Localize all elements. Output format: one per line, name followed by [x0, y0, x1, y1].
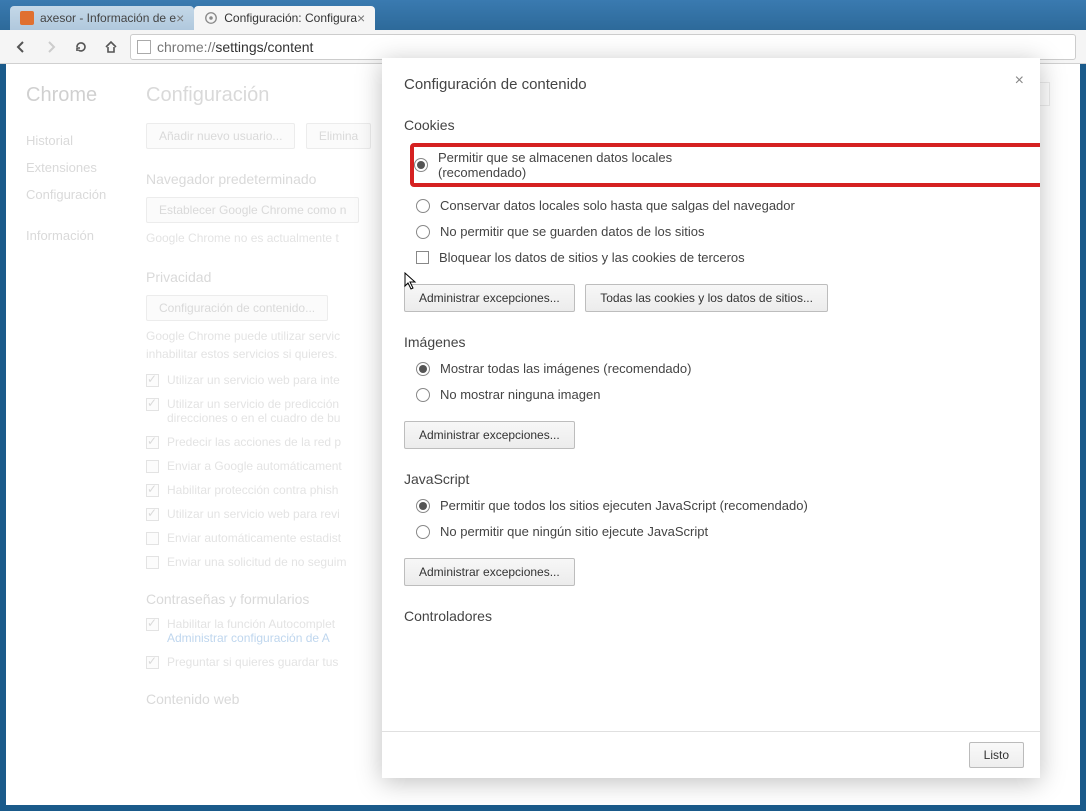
- radio-label: Conservar datos locales solo hasta que s…: [440, 198, 795, 213]
- dialog-title: Configuración de contenido: [404, 76, 587, 93]
- images-exceptions-button[interactable]: Administrar excepciones...: [404, 421, 575, 449]
- browser-window: axesor - Información de e × Configuració…: [0, 0, 1086, 811]
- page-icon: [137, 40, 151, 54]
- javascript-heading: JavaScript: [404, 471, 1018, 487]
- cookies-block-thirdparty[interactable]: Bloquear los datos de sitios y las cooki…: [416, 250, 1018, 265]
- checkbox-icon: [416, 251, 429, 264]
- tab-inactive[interactable]: axesor - Información de e ×: [10, 6, 194, 30]
- radio-icon: [416, 362, 430, 376]
- url-scheme: chrome://: [157, 39, 215, 55]
- radio-label: Permitir que todos los sitios ejecuten J…: [440, 498, 808, 513]
- omnibox[interactable]: chrome://settings/content: [130, 34, 1076, 60]
- forward-button[interactable]: [40, 36, 62, 58]
- dialog-body: Cookies Permitir que se almacenen datos …: [382, 103, 1040, 731]
- cookies-opt-keep-until-exit[interactable]: Conservar datos locales solo hasta que s…: [416, 198, 1018, 213]
- cookies-opt-block[interactable]: No permitir que se guarden datos de los …: [416, 224, 1018, 239]
- dialog-close-button[interactable]: ×: [1015, 72, 1024, 90]
- radio-label: No permitir que ningún sitio ejecute Jav…: [440, 524, 708, 539]
- radio-label: Mostrar todas las imágenes (recomendado): [440, 361, 691, 376]
- javascript-exceptions-button[interactable]: Administrar excepciones...: [404, 558, 575, 586]
- handlers-heading: Controladores: [404, 608, 1018, 624]
- radio-icon: [416, 525, 430, 539]
- url-path: settings/content: [215, 39, 313, 55]
- back-button[interactable]: [10, 36, 32, 58]
- cookies-all-data-button[interactable]: Todas las cookies y los datos de sitios.…: [585, 284, 828, 312]
- tab-strip: axesor - Información de e × Configuració…: [0, 0, 1086, 30]
- images-opt-show[interactable]: Mostrar todas las imágenes (recomendado): [416, 361, 1018, 376]
- url-text: chrome://settings/content: [157, 39, 313, 55]
- tab-title: axesor - Información de e: [40, 11, 176, 25]
- cookies-exceptions-button[interactable]: Administrar excepciones...: [404, 284, 575, 312]
- dialog-footer: Listo: [382, 731, 1040, 778]
- done-button[interactable]: Listo: [969, 742, 1024, 768]
- highlight-box: Permitir que se almacenen datos locales …: [410, 143, 1040, 187]
- images-heading: Imágenes: [404, 334, 1018, 350]
- close-icon[interactable]: ×: [357, 10, 365, 26]
- cookies-heading: Cookies: [404, 117, 1018, 133]
- tab-active[interactable]: Configuración: Configura ×: [194, 6, 375, 30]
- favicon-axesor: [20, 11, 34, 25]
- dialog-header: Configuración de contenido ×: [382, 58, 1040, 103]
- radio-label: No permitir que se guarden datos de los …: [440, 224, 704, 239]
- tab-title: Configuración: Configura: [224, 11, 357, 25]
- reload-button[interactable]: [70, 36, 92, 58]
- radio-label: Permitir que se almacenen datos locales …: [438, 150, 750, 180]
- check-label: Bloquear los datos de sitios y las cooki…: [439, 250, 745, 265]
- close-icon[interactable]: ×: [176, 10, 184, 26]
- radio-icon: [416, 225, 430, 239]
- home-button[interactable]: [100, 36, 122, 58]
- content-settings-dialog: Configuración de contenido × Cookies Per…: [382, 58, 1040, 778]
- javascript-opt-block[interactable]: No permitir que ningún sitio ejecute Jav…: [416, 524, 1018, 539]
- favicon-settings: [204, 11, 218, 25]
- javascript-opt-allow[interactable]: Permitir que todos los sitios ejecuten J…: [416, 498, 1018, 513]
- radio-icon: [416, 388, 430, 402]
- radio-icon: [416, 499, 430, 513]
- images-opt-hide[interactable]: No mostrar ninguna imagen: [416, 387, 1018, 402]
- radio-icon[interactable]: [414, 158, 428, 172]
- radio-icon: [416, 199, 430, 213]
- radio-label: No mostrar ninguna imagen: [440, 387, 600, 402]
